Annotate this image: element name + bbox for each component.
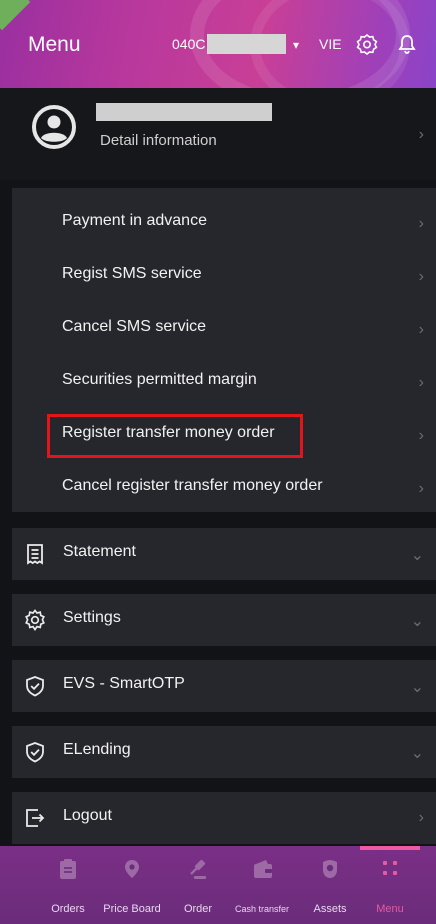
submenu-item-securities-margin[interactable]: Securities permitted margin ›: [12, 357, 436, 407]
section-settings[interactable]: Settings ⌄: [12, 594, 436, 646]
submenu-item-payment-in-advance[interactable]: Payment in advance ›: [12, 198, 436, 248]
chevron-right-icon: ›: [418, 480, 424, 497]
gear-icon: [25, 609, 45, 631]
caret-down-icon[interactable]: ▾: [293, 38, 299, 52]
gavel-icon: [190, 859, 206, 879]
chevron-right-icon: ›: [418, 374, 424, 391]
submenu-item-label: Securities permitted margin: [62, 371, 257, 388]
shield-check-icon: [26, 676, 44, 697]
section-label: Settings: [63, 609, 121, 626]
section-statement[interactable]: Statement ⌄: [12, 528, 436, 580]
nav-label: Order: [183, 903, 213, 915]
chevron-right-icon: ›: [418, 126, 424, 143]
receipt-icon: [27, 544, 43, 565]
profile-row[interactable]: Detail information ›: [0, 88, 436, 180]
nav-menu[interactable]: Menu: [364, 846, 416, 924]
detail-information-label: Detail information: [100, 132, 217, 149]
section-logout[interactable]: Logout ›: [12, 792, 436, 844]
settings-badge-icon[interactable]: [356, 33, 378, 55]
wallet-icon: [254, 860, 272, 878]
chevron-right-icon: ›: [418, 215, 424, 232]
nav-label: Menu: [376, 903, 404, 915]
chevron-right-icon: ›: [418, 809, 424, 826]
submenu-item-label: Regist SMS service: [62, 265, 202, 282]
page-title: Menu: [28, 33, 81, 56]
chevron-down-icon: ⌄: [410, 679, 424, 696]
price-tag-icon: [125, 860, 139, 878]
chevron-right-icon: ›: [418, 268, 424, 285]
shield-check-icon: [26, 742, 44, 763]
section-label: ELending: [63, 741, 131, 758]
bottom-navigation: Orders Price Board Order Cash transfer A…: [0, 846, 436, 924]
nav-cash-transfer[interactable]: Cash transfer: [226, 846, 298, 924]
app-screen: Menu 040C ▾ VIE Detail information › Pay…: [0, 0, 436, 924]
chevron-down-icon: ⌄: [410, 613, 424, 630]
section-elending[interactable]: ELending ⌄: [12, 726, 436, 778]
chevron-right-icon: ›: [418, 321, 424, 338]
submenu-item-label: Payment in advance: [62, 212, 207, 229]
logout-icon: [26, 809, 45, 827]
account-number[interactable]: 040C: [172, 36, 205, 52]
section-evs-smartotp[interactable]: EVS - SmartOTP ⌄: [12, 660, 436, 712]
section-label: EVS - SmartOTP: [63, 675, 185, 692]
piggy-icon: [323, 860, 337, 878]
section-label: Logout: [63, 807, 112, 824]
submenu-item-label: Cancel SMS service: [62, 318, 207, 335]
app-header: Menu 040C ▾ VIE: [0, 0, 436, 88]
bell-icon[interactable]: [396, 33, 418, 55]
user-avatar-icon: [32, 105, 76, 149]
nav-orders[interactable]: Orders: [38, 846, 98, 924]
account-number-redacted: [207, 34, 286, 54]
nav-label: Orders: [51, 903, 85, 915]
decorative-corner: [0, 0, 31, 31]
chevron-down-icon: ⌄: [410, 547, 424, 564]
nav-assets[interactable]: Assets: [302, 846, 358, 924]
submenu-item-cancel-register-transfer[interactable]: Cancel register transfer money order ›: [12, 463, 436, 513]
clipboard-icon: [60, 859, 76, 879]
submenu-item-cancel-sms[interactable]: Cancel SMS service ›: [12, 304, 436, 354]
submenu-item-label: Cancel register transfer money order: [62, 477, 323, 494]
nav-label: Price Board: [103, 903, 161, 915]
nav-label: Assets: [313, 903, 347, 915]
chevron-right-icon: ›: [418, 427, 424, 444]
nav-label: Cash transfer: [234, 904, 290, 914]
submenu-item-regist-sms[interactable]: Regist SMS service ›: [12, 251, 436, 301]
highlight-box: [47, 414, 303, 458]
submenu-list: Payment in advance › Regist SMS service …: [12, 188, 436, 512]
grid-icon: [383, 861, 397, 875]
chevron-down-icon: ⌄: [410, 745, 424, 762]
language-selector[interactable]: VIE: [319, 36, 342, 52]
nav-order[interactable]: Order: [176, 846, 220, 924]
user-name-redacted: [96, 103, 272, 121]
section-label: Statement: [63, 543, 136, 560]
nav-price-board[interactable]: Price Board: [96, 846, 168, 924]
